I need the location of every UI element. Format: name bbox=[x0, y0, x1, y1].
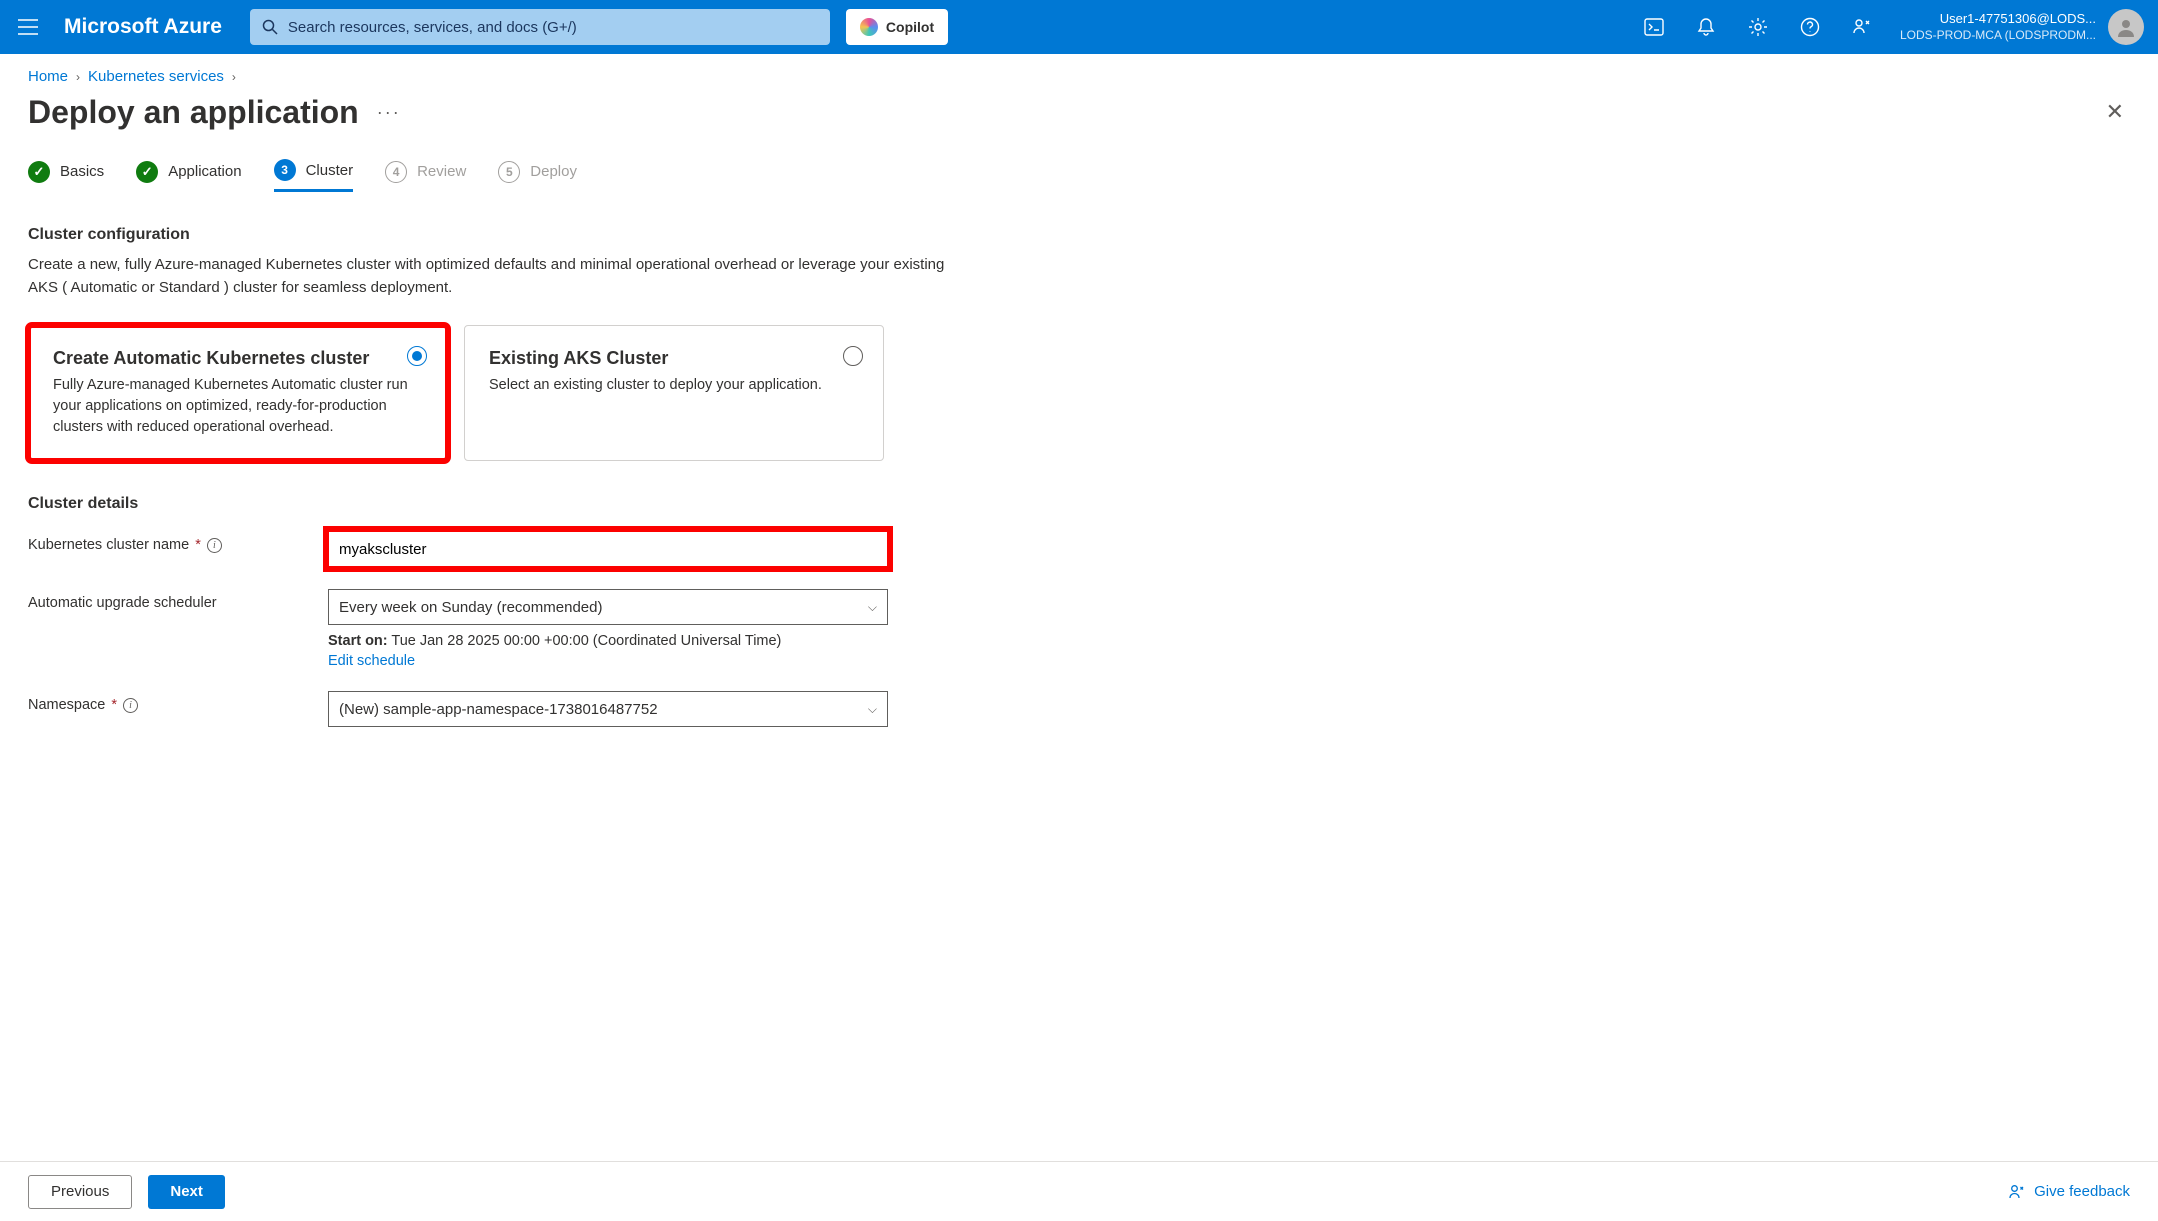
more-actions-icon[interactable]: ··· bbox=[377, 102, 401, 123]
card-create-automatic[interactable]: Create Automatic Kubernetes cluster Full… bbox=[28, 325, 448, 461]
cluster-name-input[interactable] bbox=[328, 531, 888, 567]
check-icon bbox=[136, 161, 158, 183]
section-title-config: Cluster configuration bbox=[28, 226, 948, 244]
wizard-tabs: Basics Application 3 Cluster 4 Review 5 … bbox=[28, 159, 2130, 192]
copilot-label: Copilot bbox=[886, 19, 934, 35]
settings-gear-icon[interactable] bbox=[1736, 5, 1780, 49]
user-tenant: LODS-PROD-MCA (LODSPRODM... bbox=[1900, 28, 2096, 44]
cloud-shell-icon[interactable] bbox=[1632, 5, 1676, 49]
tab-review[interactable]: 4 Review bbox=[385, 159, 466, 192]
tab-cluster[interactable]: 3 Cluster bbox=[274, 159, 354, 192]
notifications-icon[interactable] bbox=[1684, 5, 1728, 49]
edit-schedule-link[interactable]: Edit schedule bbox=[328, 653, 415, 669]
close-icon[interactable]: ✕ bbox=[2100, 93, 2130, 131]
cluster-option-cards: Create Automatic Kubernetes cluster Full… bbox=[28, 325, 948, 461]
row-cluster-name: Kubernetes cluster name * i bbox=[28, 531, 948, 567]
step-number: 4 bbox=[385, 161, 407, 183]
global-search[interactable] bbox=[250, 9, 830, 45]
row-namespace: Namespace * i (New) sample-app-namespace… bbox=[28, 691, 948, 727]
search-icon bbox=[262, 19, 278, 35]
step-number: 5 bbox=[498, 161, 520, 183]
user-account[interactable]: User1-47751306@LODS... LODS-PROD-MCA (LO… bbox=[1900, 11, 2096, 43]
previous-button[interactable]: Previous bbox=[28, 1175, 132, 1209]
namespace-dropdown[interactable]: (New) sample-app-namespace-1738016487752… bbox=[328, 691, 888, 727]
avatar[interactable] bbox=[2108, 9, 2144, 45]
page-title: Deploy an application bbox=[28, 94, 359, 131]
card-desc: Select an existing cluster to deploy you… bbox=[489, 375, 859, 396]
check-icon bbox=[28, 161, 50, 183]
page-header: Deploy an application ··· ✕ bbox=[28, 93, 2130, 131]
start-on-text: Start on: Tue Jan 28 2025 00:00 +00:00 (… bbox=[328, 633, 888, 649]
help-icon[interactable] bbox=[1788, 5, 1832, 49]
chevron-down-icon: ⌵ bbox=[868, 702, 877, 717]
section-title-details: Cluster details bbox=[28, 495, 948, 513]
label-cluster-name: Kubernetes cluster name * i bbox=[28, 531, 328, 553]
give-feedback-link[interactable]: Give feedback bbox=[2008, 1183, 2130, 1201]
user-email: User1-47751306@LODS... bbox=[1900, 11, 2096, 28]
feedback-icon[interactable] bbox=[1840, 5, 1884, 49]
copilot-icon bbox=[860, 18, 878, 36]
breadcrumb: Home › Kubernetes services › bbox=[28, 68, 2130, 85]
tab-label: Application bbox=[168, 163, 241, 180]
tab-label: Review bbox=[417, 163, 466, 180]
radio-unselected-icon[interactable] bbox=[843, 346, 863, 366]
hamburger-menu-icon[interactable] bbox=[8, 7, 48, 47]
tab-deploy[interactable]: 5 Deploy bbox=[498, 159, 577, 192]
step-number: 3 bbox=[274, 159, 296, 181]
card-title: Existing AKS Cluster bbox=[489, 348, 859, 369]
chevron-down-icon: ⌵ bbox=[868, 600, 877, 615]
section-desc-config: Create a new, fully Azure-managed Kubern… bbox=[28, 254, 948, 299]
card-existing-cluster[interactable]: Existing AKS Cluster Select an existing … bbox=[464, 325, 884, 461]
search-input[interactable] bbox=[288, 19, 818, 36]
dropdown-value: Every week on Sunday (recommended) bbox=[339, 599, 602, 616]
info-icon[interactable]: i bbox=[123, 698, 138, 713]
required-asterisk: * bbox=[195, 537, 201, 553]
breadcrumb-home[interactable]: Home bbox=[28, 68, 68, 85]
tab-basics[interactable]: Basics bbox=[28, 159, 104, 192]
card-desc: Fully Azure-managed Kubernetes Automatic… bbox=[53, 375, 423, 438]
chevron-right-icon: › bbox=[76, 70, 80, 84]
tab-label: Cluster bbox=[306, 162, 354, 179]
brand-logo[interactable]: Microsoft Azure bbox=[64, 15, 222, 39]
radio-selected-icon[interactable] bbox=[407, 346, 427, 366]
top-bar: Microsoft Azure Copilot User1-47751306@L… bbox=[0, 0, 2158, 54]
dropdown-value: (New) sample-app-namespace-1738016487752 bbox=[339, 701, 658, 718]
next-button[interactable]: Next bbox=[148, 1175, 225, 1209]
tab-label: Deploy bbox=[530, 163, 577, 180]
tab-label: Basics bbox=[60, 163, 104, 180]
chevron-right-icon: › bbox=[232, 70, 236, 84]
required-asterisk: * bbox=[111, 697, 117, 713]
feedback-person-icon bbox=[2008, 1183, 2026, 1201]
copilot-button[interactable]: Copilot bbox=[846, 9, 948, 45]
upgrade-scheduler-dropdown[interactable]: Every week on Sunday (recommended) ⌵ bbox=[328, 589, 888, 625]
row-upgrade-scheduler: Automatic upgrade scheduler Every week o… bbox=[28, 589, 948, 669]
card-title: Create Automatic Kubernetes cluster bbox=[53, 348, 423, 369]
main-content: Home › Kubernetes services › Deploy an a… bbox=[0, 54, 2158, 1161]
footer-bar: Previous Next Give feedback bbox=[0, 1161, 2158, 1221]
info-icon[interactable]: i bbox=[207, 538, 222, 553]
label-namespace: Namespace * i bbox=[28, 691, 328, 713]
tab-application[interactable]: Application bbox=[136, 159, 241, 192]
label-upgrade-scheduler: Automatic upgrade scheduler bbox=[28, 589, 328, 611]
breadcrumb-kubernetes[interactable]: Kubernetes services bbox=[88, 68, 224, 85]
